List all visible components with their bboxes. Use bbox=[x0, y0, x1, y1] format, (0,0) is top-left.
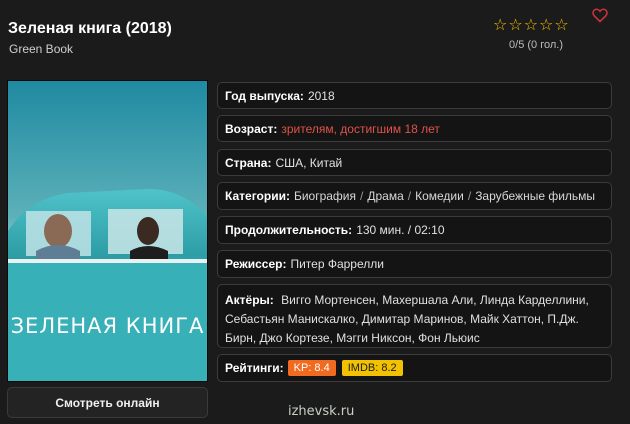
director-value[interactable]: Питер Фаррелли bbox=[290, 257, 384, 271]
info-categories: Категории: Биография / Драма / Комедии /… bbox=[217, 182, 612, 210]
info-actors: Актёры: Вигго Мортенсен, Махершала Али, … bbox=[217, 284, 612, 348]
favorite-heart-icon[interactable] bbox=[592, 8, 608, 28]
star-5-icon[interactable]: ☆ bbox=[554, 17, 568, 35]
original-title: Green Book bbox=[9, 42, 74, 56]
year-value[interactable]: 2018 bbox=[308, 89, 335, 103]
category-link[interactable]: Биография bbox=[294, 189, 356, 203]
category-link[interactable]: Драма bbox=[367, 189, 403, 203]
info-year: Год выпуска: 2018 bbox=[217, 82, 612, 109]
age-value: зрителям, достигшим 18 лет bbox=[281, 121, 440, 136]
duration-value: 130 мин. / 02:10 bbox=[356, 223, 445, 237]
category-separator: / bbox=[467, 189, 472, 203]
category-separator: / bbox=[360, 189, 364, 203]
star-4-icon[interactable]: ☆ bbox=[539, 17, 553, 35]
star-rating: ☆ ☆ ☆ ☆ ☆ bbox=[493, 17, 569, 35]
info-duration: Продолжительность: 130 мин. / 02:10 bbox=[217, 216, 612, 244]
actors-value[interactable]: Вигго Мортенсен, Махершала Али, Линда Ка… bbox=[225, 293, 589, 345]
duration-label: Продолжительность: bbox=[225, 223, 353, 237]
category-separator: / bbox=[407, 189, 412, 203]
star-3-icon[interactable]: ☆ bbox=[524, 17, 538, 35]
actors-label: Актёры: bbox=[225, 293, 274, 307]
category-link[interactable]: Комедии bbox=[415, 189, 464, 203]
star-1-icon[interactable]: ☆ bbox=[493, 17, 507, 35]
imdb-rating-badge: IMDB: 8.2 bbox=[341, 360, 403, 376]
poster[interactable]: ЗЕЛЕНАЯ КНИГА bbox=[7, 80, 208, 382]
kp-rating-badge: KP: 8.4 bbox=[287, 360, 336, 376]
movie-title: Зеленая книга (2018) bbox=[8, 20, 172, 37]
director-label: Режиссер: bbox=[225, 257, 287, 271]
country-label: Страна: bbox=[225, 155, 272, 170]
poster-title: ЗЕЛЕНАЯ КНИГА bbox=[10, 314, 205, 338]
watch-online-button[interactable]: Смотреть онлайн bbox=[7, 387, 208, 418]
watermark: izhevsk.ru bbox=[288, 404, 355, 419]
info-age: Возраст: зрителям, достигшим 18 лет bbox=[217, 115, 612, 142]
rating-count: 0/5 (0 гол.) bbox=[509, 39, 563, 51]
categories-label: Категории: bbox=[225, 189, 290, 203]
star-2-icon[interactable]: ☆ bbox=[508, 17, 522, 35]
info-director: Режиссер: Питер Фаррелли bbox=[217, 250, 612, 278]
age-label: Возраст: bbox=[225, 121, 278, 136]
category-link[interactable]: Зарубежные фильмы bbox=[475, 189, 595, 203]
ratings-label: Рейтинги: bbox=[225, 361, 284, 375]
year-label: Год выпуска: bbox=[225, 88, 304, 103]
info-ratings: Рейтинги: KP: 8.4 IMDB: 8.2 bbox=[217, 354, 612, 382]
country-value[interactable]: США, Китай bbox=[275, 156, 342, 170]
info-country: Страна: США, Китай bbox=[217, 149, 612, 176]
